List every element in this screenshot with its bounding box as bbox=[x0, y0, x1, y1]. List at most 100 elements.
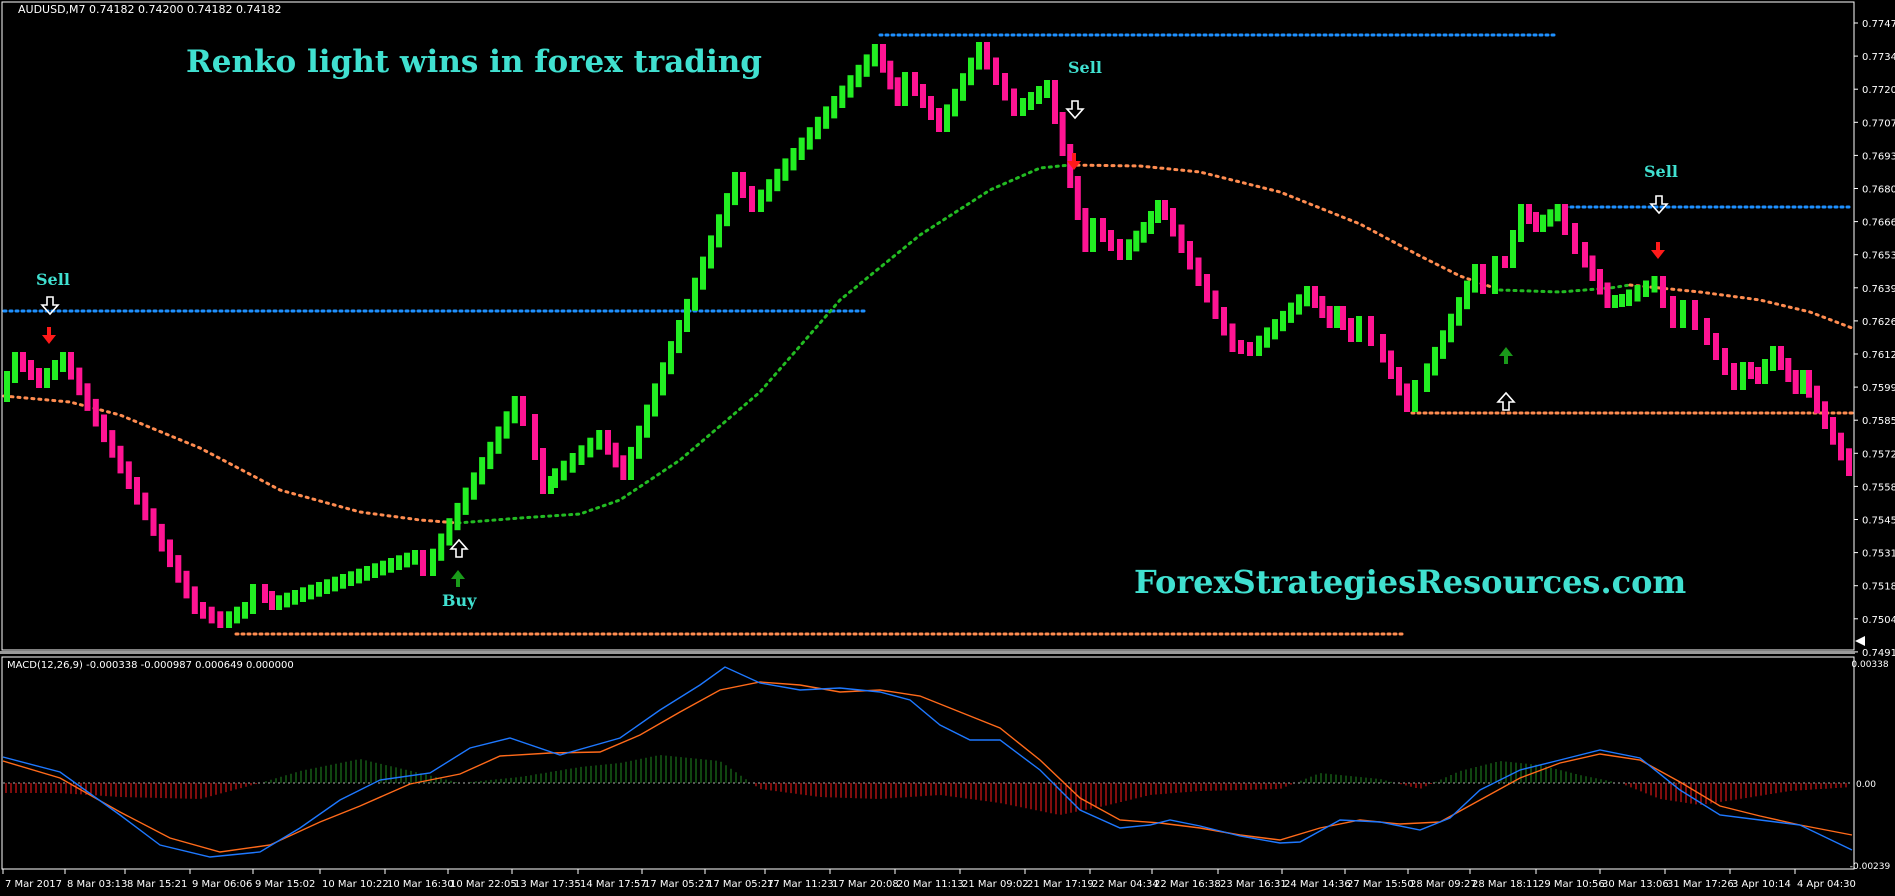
renko-down-brick bbox=[1704, 318, 1710, 345]
renko-up-brick bbox=[1540, 214, 1546, 232]
time-tick-label: 20 Mar 11:13 bbox=[897, 879, 964, 890]
renko-down-brick bbox=[1204, 274, 1210, 303]
renko-up-brick bbox=[60, 352, 66, 372]
renko-down-brick bbox=[993, 57, 999, 85]
renko-down-brick bbox=[1059, 112, 1066, 156]
renko-up-brick bbox=[44, 368, 50, 388]
renko-down-brick bbox=[208, 606, 215, 624]
renko-down-brick bbox=[1212, 290, 1219, 319]
time-tick-label: 14 Mar 17:57 bbox=[580, 879, 647, 890]
renko-up-brick bbox=[774, 168, 781, 192]
renko-down-brick bbox=[1533, 212, 1539, 232]
renko-down-brick bbox=[936, 108, 942, 132]
price-tick-label: 0.74910 bbox=[1862, 648, 1895, 659]
sell-signal-label: Sell bbox=[1068, 58, 1102, 77]
renko-down-brick bbox=[1388, 350, 1394, 379]
renko-up-brick bbox=[831, 96, 838, 119]
renko-down-brick bbox=[1187, 241, 1193, 270]
renko-up-brick bbox=[1140, 222, 1147, 243]
price-tick-label: 0.77205 bbox=[1862, 85, 1895, 96]
mt4-chart-window[interactable]: AUDUSD,M7 0.74182 0.74200 0.74182 0.7418… bbox=[0, 0, 1895, 896]
sell-signal-label: Sell bbox=[1644, 162, 1678, 181]
chart-title: Renko light wins in forex trading bbox=[186, 44, 762, 80]
renko-up-brick bbox=[503, 411, 510, 439]
renko-up-brick bbox=[1126, 239, 1132, 260]
renko-up-brick bbox=[1424, 363, 1430, 392]
time-tick-label: 8 Mar 15:21 bbox=[127, 879, 187, 890]
time-tick-label: 7 Mar 2017 bbox=[5, 879, 62, 890]
renko-down-brick bbox=[191, 586, 198, 614]
renko-down-brick bbox=[1312, 286, 1318, 308]
renko-up-brick bbox=[578, 445, 585, 465]
panel-separator[interactable] bbox=[0, 651, 1855, 654]
renko-up-brick bbox=[782, 158, 789, 181]
renko-down-brick bbox=[167, 539, 173, 568]
time-tick-label: 9 Mar 06:06 bbox=[192, 879, 252, 890]
symbol-info-label: AUDUSD,M7 0.74182 0.74200 0.74182 0.7418… bbox=[18, 3, 281, 16]
time-tick-label: 3 Apr 10:14 bbox=[1732, 879, 1791, 890]
renko-down-brick bbox=[1806, 370, 1812, 398]
time-tick-label: 13 Mar 17:35 bbox=[514, 879, 581, 890]
renko-up-brick bbox=[1028, 92, 1034, 110]
renko-up-brick bbox=[356, 568, 362, 584]
renko-down-brick bbox=[887, 60, 894, 90]
renko-up-brick bbox=[1643, 280, 1649, 297]
renko-up-brick bbox=[847, 75, 854, 98]
renko-up-brick bbox=[1472, 264, 1478, 293]
renko-down-brick bbox=[36, 368, 42, 388]
renko-up-brick bbox=[52, 360, 58, 380]
renko-up-brick bbox=[863, 54, 870, 77]
renko-up-brick bbox=[324, 579, 330, 594]
renko-up-brick bbox=[798, 137, 805, 160]
time-tick-label: 27 Mar 15:50 bbox=[1347, 879, 1414, 890]
renko-up-brick bbox=[806, 127, 813, 150]
renko-down-brick bbox=[928, 96, 934, 120]
renko-up-brick bbox=[495, 426, 502, 454]
renko-down-brick bbox=[1722, 348, 1728, 375]
renko-up-brick bbox=[1740, 362, 1746, 390]
time-tick-label: 24 Mar 14:36 bbox=[1284, 879, 1351, 890]
time-tick-label: 17 Mar 20:08 bbox=[832, 879, 899, 890]
renko-up-brick bbox=[1296, 294, 1302, 315]
macd-header-label: MACD(12,26,9) -0.000338 -0.000987 0.0006… bbox=[7, 660, 294, 671]
renko-up-brick bbox=[944, 104, 950, 132]
renko-up-brick bbox=[292, 590, 298, 605]
renko-down-brick bbox=[1229, 323, 1236, 352]
time-tick-label: 30 Mar 13:06 bbox=[1602, 879, 1669, 890]
renko-up-brick bbox=[348, 571, 354, 586]
renko-up-brick bbox=[823, 106, 830, 129]
renko-down-brick bbox=[1348, 318, 1354, 342]
renko-down-brick bbox=[1755, 367, 1761, 384]
renko-down-brick bbox=[1178, 224, 1185, 253]
renko-down-brick bbox=[1195, 257, 1202, 286]
renko-down-brick bbox=[1838, 432, 1844, 461]
renko-up-brick bbox=[1036, 86, 1042, 104]
renko-down-brick bbox=[894, 77, 901, 106]
renko-down-brick bbox=[1778, 346, 1784, 370]
renko-up-brick bbox=[364, 566, 370, 581]
renko-up-brick bbox=[758, 189, 764, 212]
renko-down-brick bbox=[1011, 88, 1017, 116]
renko-down-brick bbox=[620, 455, 627, 480]
renko-down-brick bbox=[1480, 264, 1486, 294]
renko-down-brick bbox=[1572, 223, 1578, 254]
renko-down-brick bbox=[1582, 242, 1588, 268]
renko-down-brick bbox=[150, 508, 157, 536]
renko-down-brick bbox=[1380, 334, 1386, 363]
renko-down-brick bbox=[217, 611, 224, 628]
renko-down-brick bbox=[1589, 255, 1596, 281]
renko-up-brick bbox=[1762, 359, 1768, 384]
renko-down-brick bbox=[262, 584, 268, 603]
renko-down-brick bbox=[880, 44, 886, 73]
renko-down-brick bbox=[1670, 296, 1676, 328]
macd-axis-label: 0.00 bbox=[1856, 780, 1876, 790]
time-tick-label: 28 Mar 09:27 bbox=[1410, 879, 1477, 890]
renko-up-brick bbox=[388, 558, 394, 573]
time-tick-label: 28 Mar 18:11 bbox=[1472, 879, 1539, 890]
renko-down-brick bbox=[612, 442, 619, 468]
time-tick-label: 9 Mar 15:02 bbox=[255, 879, 315, 890]
price-tick-label: 0.76665 bbox=[1862, 218, 1895, 229]
renko-down-brick bbox=[68, 352, 74, 380]
renko-up-brick bbox=[960, 73, 966, 101]
price-tick-label: 0.76935 bbox=[1862, 151, 1895, 162]
